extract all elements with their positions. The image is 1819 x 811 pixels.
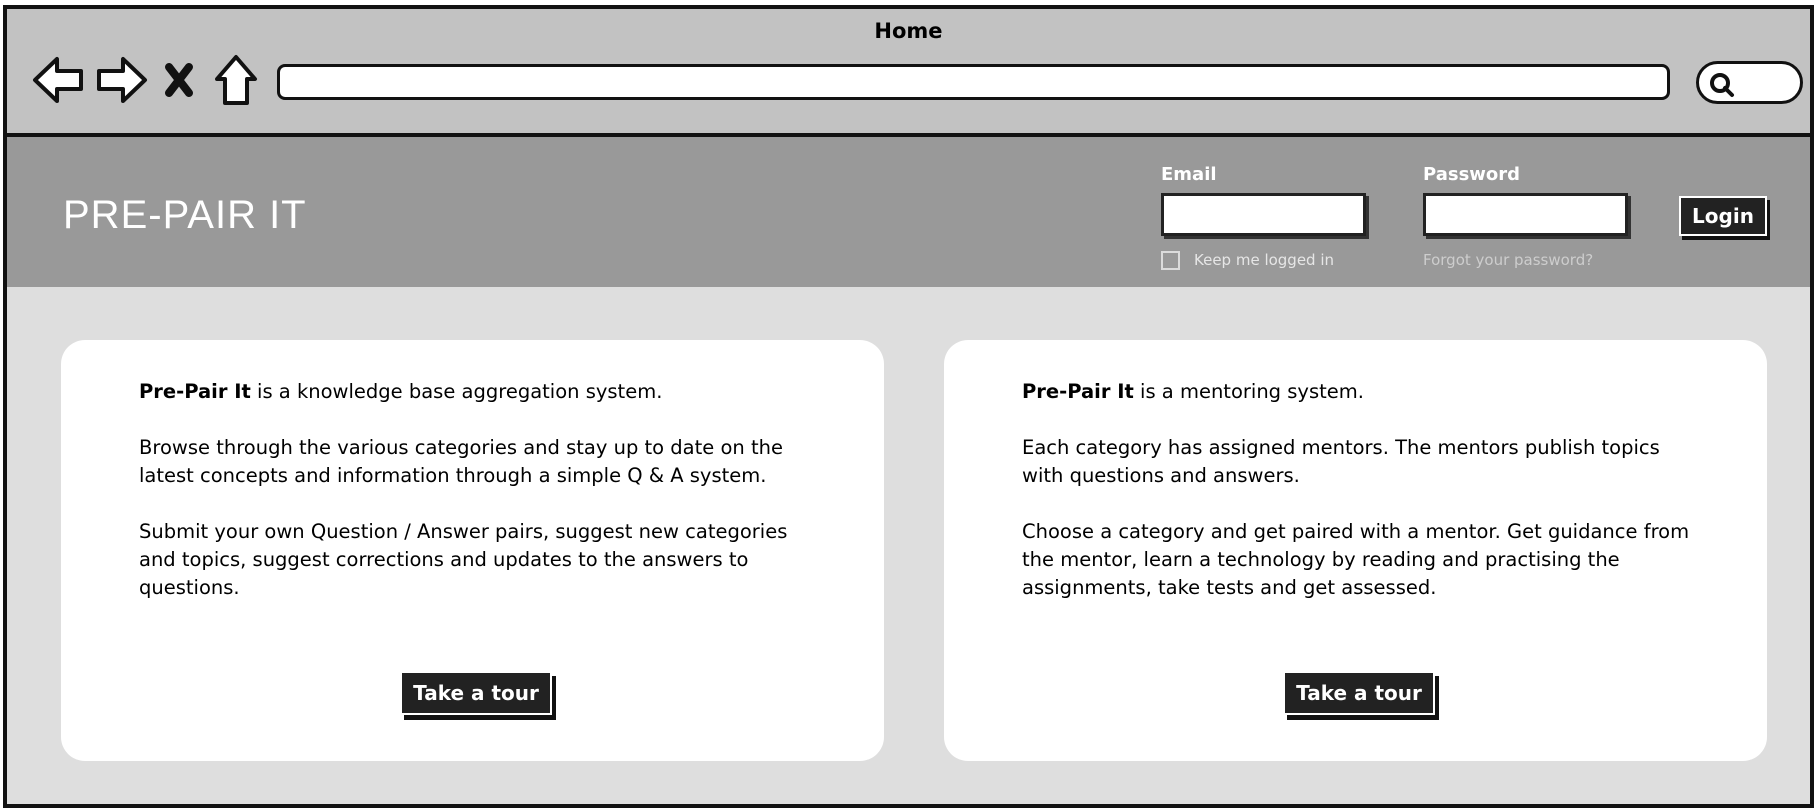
back-arrow-icon[interactable] (29, 47, 87, 113)
brand-logo: PRE-PAIR IT (63, 193, 307, 237)
keep-logged-in-label: Keep me logged in (1194, 251, 1335, 269)
forgot-password-link[interactable]: Forgot your password? (1423, 251, 1593, 269)
address-bar[interactable] (277, 64, 1670, 100)
browser-window: Home PRE-PAIR IT Email Password Keep me … (3, 5, 1814, 808)
window-title: Home (874, 19, 943, 43)
email-label: Email (1161, 164, 1217, 185)
card-body: Pre-Pair It is a mentoring system. Each … (1022, 378, 1692, 630)
card-intro-text: is a mentoring system. (1133, 380, 1364, 403)
info-card-knowledge-base: Pre-Pair It is a knowledge base aggregat… (61, 340, 884, 761)
login-button[interactable]: Login (1679, 196, 1767, 236)
take-a-tour-button[interactable]: Take a tour (400, 671, 552, 715)
home-icon[interactable] (211, 47, 261, 113)
password-field[interactable] (1423, 193, 1628, 236)
password-label: Password (1423, 164, 1521, 185)
close-x-icon[interactable] (157, 47, 201, 113)
browser-chrome: Home (7, 9, 1810, 137)
card-intro: Pre-Pair It is a mentoring system. (1022, 378, 1692, 406)
card-intro-name: Pre-Pair It (1022, 380, 1134, 403)
site-header: PRE-PAIR IT Email Password Keep me logge… (7, 137, 1810, 287)
card-paragraph: Each category has assigned mentors. The … (1022, 436, 1660, 487)
card-body: Pre-Pair It is a knowledge base aggregat… (139, 378, 809, 630)
email-field[interactable] (1161, 193, 1366, 236)
card-paragraph: Choose a category and get paired with a … (1022, 520, 1690, 599)
info-card-mentoring: Pre-Pair It is a mentoring system. Each … (944, 340, 1767, 761)
card-intro-name: Pre-Pair It (139, 380, 251, 403)
forward-arrow-icon[interactable] (93, 47, 151, 113)
search-icon (1710, 73, 1734, 97)
card-paragraph: Submit your own Question / Answer pairs,… (139, 520, 788, 599)
card-intro: Pre-Pair It is a knowledge base aggregat… (139, 378, 809, 406)
card-intro-text: is a knowledge base aggregation system. (250, 380, 663, 403)
card-paragraph: Browse through the various categories an… (139, 436, 783, 487)
search-input[interactable] (1696, 61, 1803, 104)
take-a-tour-button[interactable]: Take a tour (1283, 671, 1435, 715)
keep-logged-in-checkbox[interactable] (1161, 251, 1180, 270)
